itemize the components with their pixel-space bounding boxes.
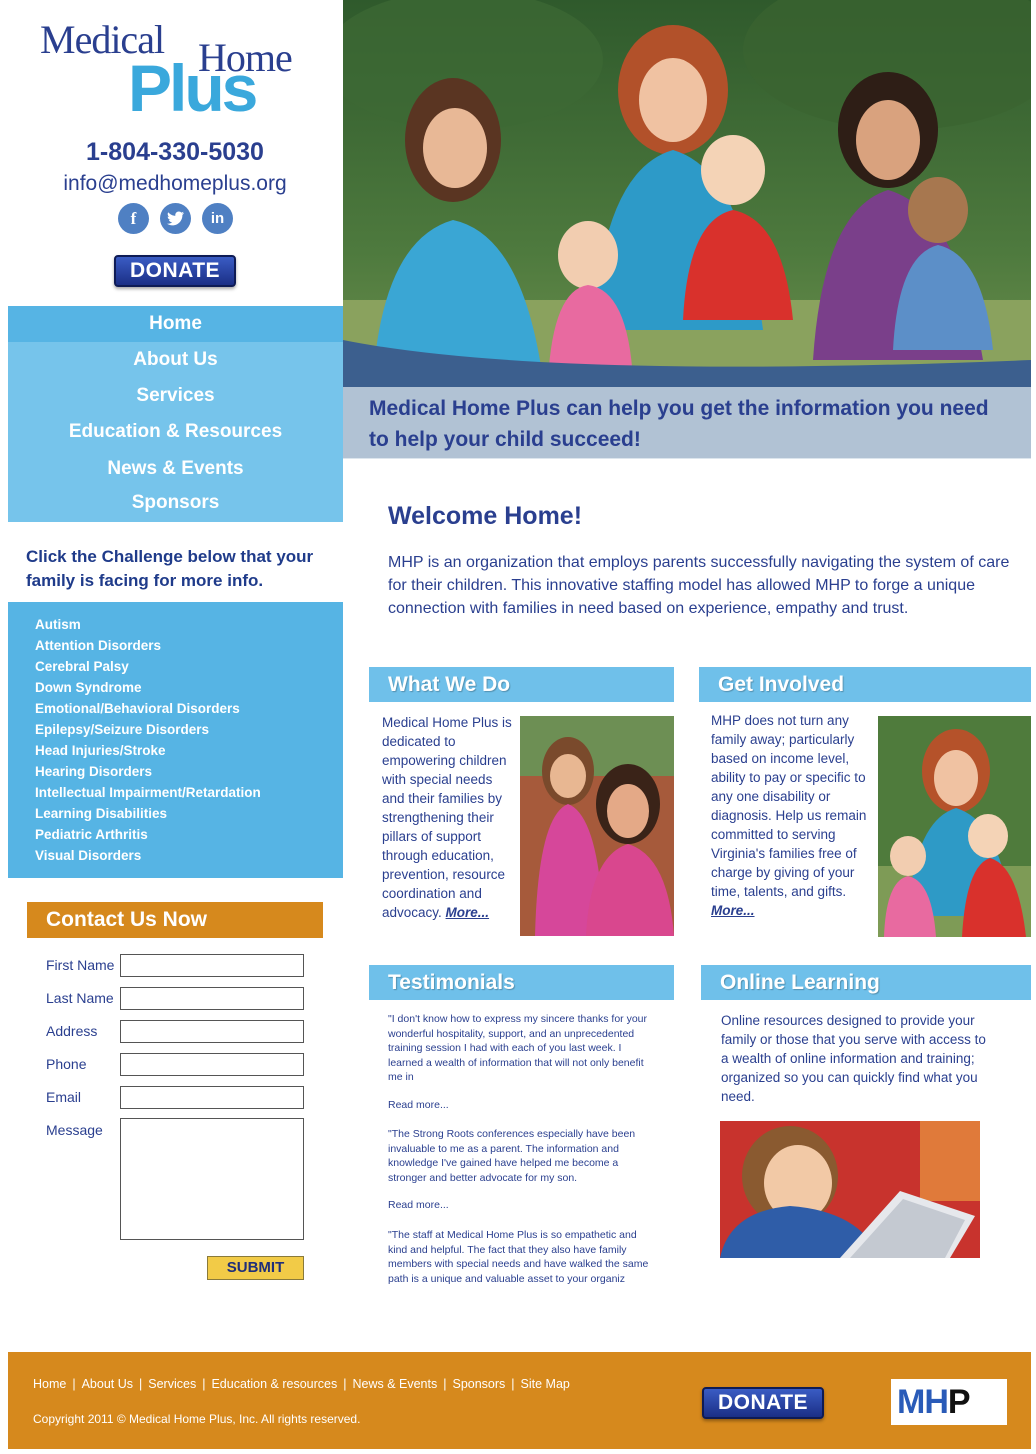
footer-separator: | xyxy=(72,1377,76,1391)
welcome-title: Welcome Home! xyxy=(388,502,583,530)
last-name-field[interactable] xyxy=(120,987,304,1010)
message-field[interactable] xyxy=(120,1118,304,1240)
testimonial-read-more[interactable]: Read more... xyxy=(388,1198,650,1213)
challenge-link[interactable]: Hearing Disorders xyxy=(35,761,343,782)
online-learning-photo xyxy=(720,1121,980,1258)
first-name-label: First Name xyxy=(46,957,115,973)
challenge-heading: Click the Challenge below that your fami… xyxy=(26,547,314,590)
footer-link-education-resources[interactable]: Education & resources xyxy=(211,1377,337,1391)
email-field[interactable] xyxy=(120,1086,304,1109)
online-learning-heading[interactable]: Online Learning xyxy=(701,965,1031,1000)
logo-word-plus: Plus xyxy=(128,51,258,125)
challenge-link[interactable]: Epilepsy/Seizure Disorders xyxy=(35,719,343,740)
get-involved-text: MHP does not turn any family away; parti… xyxy=(711,711,873,920)
challenge-list: Autism Attention Disorders Cerebral Pals… xyxy=(8,602,343,878)
challenge-link[interactable]: Learning Disabilities xyxy=(35,803,343,824)
footer-separator: | xyxy=(443,1377,447,1391)
phone-number[interactable]: 1-804-330-5030 xyxy=(0,138,350,167)
address-field[interactable] xyxy=(120,1020,304,1043)
footer-link-home[interactable]: Home xyxy=(33,1377,66,1391)
nav-item-about-us[interactable]: About Us xyxy=(8,342,343,378)
phone-field[interactable] xyxy=(120,1053,304,1076)
online-learning-text: Online resources designed to provide you… xyxy=(721,1013,986,1104)
testimonial-read-more[interactable]: Read more... xyxy=(388,1098,650,1113)
facebook-icon[interactable]: f xyxy=(118,203,149,234)
what-we-do-heading[interactable]: What We Do xyxy=(369,667,674,702)
footer-link-about-us[interactable]: About Us xyxy=(82,1377,133,1391)
footer-link-sponsors[interactable]: Sponsors xyxy=(452,1377,505,1391)
message-label: Message xyxy=(46,1122,103,1138)
get-involved-photo xyxy=(878,716,1031,937)
footer-logo-mh: MH xyxy=(897,1383,949,1421)
contact-heading: Contact Us Now xyxy=(27,902,323,938)
welcome-text: MHP is an organization that employs pare… xyxy=(388,554,1010,617)
footer-mhp-logo[interactable]: MHP xyxy=(891,1379,1007,1425)
challenge-link[interactable]: Attention Disorders xyxy=(35,635,343,656)
what-we-do-more-link[interactable]: More... xyxy=(446,905,490,920)
footer-separator: | xyxy=(139,1377,143,1391)
footer-link-services[interactable]: Services xyxy=(148,1377,196,1391)
footer-separator: | xyxy=(343,1377,347,1391)
challenge-link[interactable]: Visual Disorders xyxy=(35,845,343,866)
nav-item-education-resources[interactable]: Education & Resources xyxy=(8,414,343,450)
footer-separator: | xyxy=(202,1377,206,1391)
hero-caption: Medical Home Plus can help you get the i… xyxy=(343,387,1031,459)
main-nav: Home About Us Services Education & Resou… xyxy=(8,306,343,522)
footer-link-site-map[interactable]: Site Map xyxy=(521,1377,570,1391)
footer-separator: | xyxy=(511,1377,515,1391)
address-label: Address xyxy=(46,1023,98,1039)
what-we-do-text: Medical Home Plus is dedicated to empowe… xyxy=(382,713,516,922)
phone-label: Phone xyxy=(46,1056,87,1072)
site-logo[interactable]: Medical Home Plus xyxy=(40,14,325,125)
what-we-do-photo xyxy=(520,716,674,936)
footer-donate-button[interactable]: DONATE xyxy=(702,1387,824,1419)
donate-button[interactable]: DONATE xyxy=(114,255,236,287)
email-link[interactable]: info@medhomeplus.org xyxy=(0,172,350,196)
testimonial-quote: "The Strong Roots conferences especially… xyxy=(388,1128,636,1184)
first-name-field[interactable] xyxy=(120,954,304,977)
testimonials-heading[interactable]: Testimonials xyxy=(369,965,674,1000)
nav-item-sponsors[interactable]: Sponsors xyxy=(8,485,343,521)
testimonial-quote: "The staff at Medical Home Plus is so em… xyxy=(388,1229,649,1285)
footer-logo-p: P xyxy=(947,1383,971,1421)
challenge-link[interactable]: Head Injuries/Stroke xyxy=(35,740,343,761)
nav-item-services[interactable]: Services xyxy=(8,378,343,414)
get-involved-heading[interactable]: Get Involved xyxy=(699,667,1031,702)
get-involved-body: MHP does not turn any family away; parti… xyxy=(711,713,867,899)
footer-links: Home | About Us | Services | Education & re… xyxy=(33,1377,570,1391)
get-involved-more-link[interactable]: More... xyxy=(711,903,755,918)
email-label: Email xyxy=(46,1089,82,1105)
what-we-do-body: Medical Home Plus is dedicated to empowe… xyxy=(382,715,512,920)
challenge-link[interactable]: Pediatric Arthritis xyxy=(35,824,343,845)
challenge-link[interactable]: Intellectual Impairment/Retardation xyxy=(35,782,343,803)
challenge-link[interactable]: Cerebral Palsy xyxy=(35,656,343,677)
nav-item-news-events[interactable]: News & Events xyxy=(8,451,343,487)
challenge-link[interactable]: Emotional/Behavioral Disorders xyxy=(35,698,343,719)
social-links: f in xyxy=(118,203,233,234)
copyright-text: Copyright 2011 © Medical Home Plus, Inc.… xyxy=(33,1412,361,1426)
testimonial-quote: "I don't know how to express my sincere … xyxy=(388,1013,648,1083)
challenge-link[interactable]: Autism xyxy=(35,614,343,635)
submit-button[interactable]: SUBMIT xyxy=(207,1256,304,1280)
last-name-label: Last Name xyxy=(46,990,114,1006)
footer-link-news-events[interactable]: News & Events xyxy=(352,1377,437,1391)
footer xyxy=(8,1352,1031,1449)
nav-item-home[interactable]: Home xyxy=(8,306,343,342)
linkedin-icon[interactable]: in xyxy=(202,203,233,234)
twitter-icon[interactable] xyxy=(160,203,191,234)
challenge-link[interactable]: Down Syndrome xyxy=(35,677,343,698)
